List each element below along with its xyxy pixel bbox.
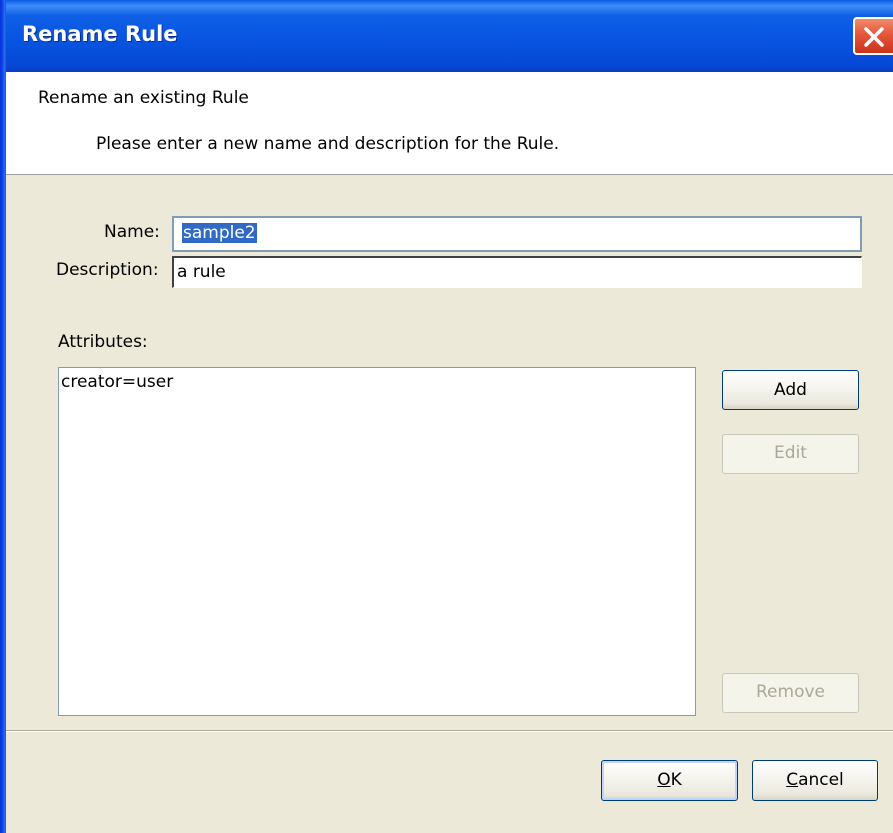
ok-label-rest: K <box>670 770 682 790</box>
window-title: Rename Rule <box>22 22 178 46</box>
description-value: a rule <box>177 262 226 282</box>
list-item[interactable]: creator=user <box>59 368 695 392</box>
name-field[interactable]: sample2 <box>172 216 862 252</box>
footer-separator <box>6 730 893 732</box>
ok-mnemonic: O <box>657 770 671 790</box>
attributes-list[interactable]: creator=user <box>58 367 696 716</box>
attributes-label: Attributes: <box>58 332 148 352</box>
cancel-button[interactable]: Cancel <box>752 760 878 801</box>
header-title: Rename an existing Rule <box>38 88 249 108</box>
dialog-header: Rename an existing Rule Please enter a n… <box>6 72 893 175</box>
description-label: Description: <box>56 260 159 280</box>
ok-button[interactable]: OK <box>601 760 738 801</box>
close-icon <box>864 27 884 47</box>
title-bar[interactable]: Rename Rule <box>0 0 893 72</box>
cancel-label-rest: ancel <box>798 770 844 790</box>
edit-button[interactable]: Edit <box>722 434 859 474</box>
cancel-mnemonic: C <box>786 770 799 790</box>
remove-button[interactable]: Remove <box>722 673 859 713</box>
description-field[interactable]: a rule <box>172 256 862 288</box>
name-value: sample2 <box>182 223 257 243</box>
close-button[interactable] <box>853 17 893 55</box>
header-description: Please enter a new name and description … <box>96 134 560 154</box>
name-label: Name: <box>104 222 160 242</box>
add-button[interactable]: Add <box>722 370 859 410</box>
